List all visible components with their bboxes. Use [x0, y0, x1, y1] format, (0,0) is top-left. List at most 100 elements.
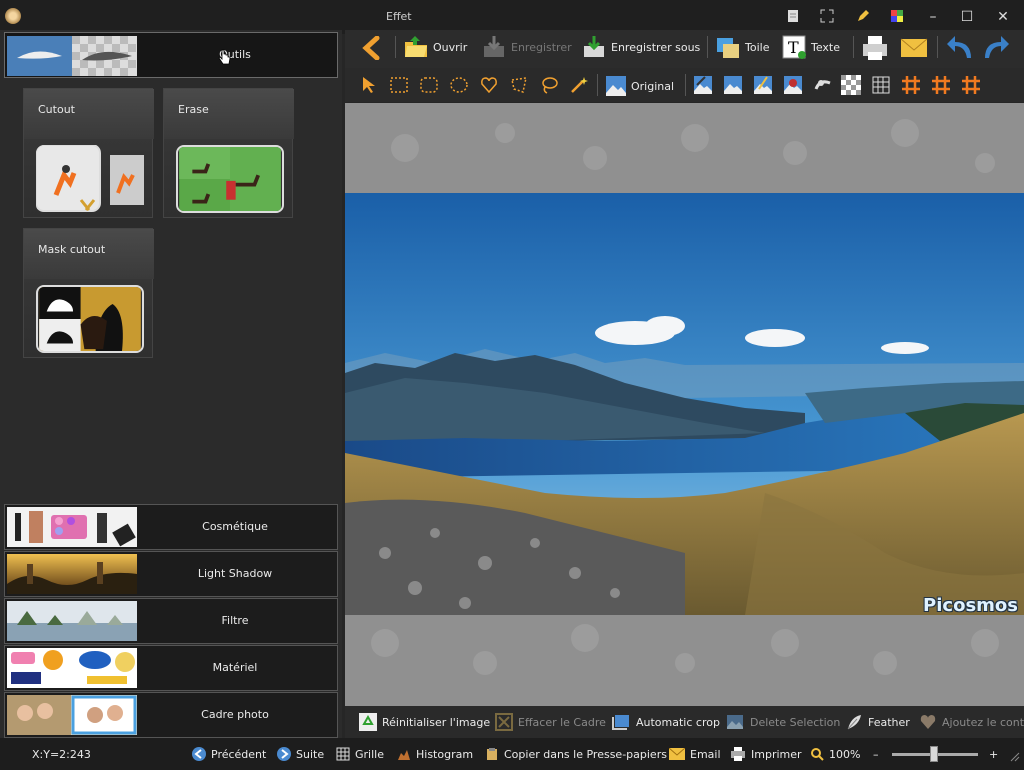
- save-label: Enregistrer: [511, 40, 572, 54]
- next-button[interactable]: Suite: [277, 744, 324, 764]
- category-cadre-photo[interactable]: Cadre photo: [4, 692, 338, 738]
- category-materiel[interactable]: Matériel: [4, 645, 338, 691]
- folder-open-icon: [405, 36, 427, 57]
- status-bar: X:Y=2:243 Précédent Suite Grille Histogr…: [0, 738, 1024, 770]
- minimize-button[interactable]: –: [918, 6, 948, 28]
- fullscreen-icon[interactable]: [820, 9, 834, 23]
- original-button[interactable]: Original: [605, 71, 674, 101]
- copy-clipboard-button[interactable]: Copier dans le Presse-papiers: [485, 744, 667, 764]
- delete-selection-label: Delete Selection: [750, 715, 841, 729]
- category-filtre[interactable]: Filtre: [4, 598, 338, 644]
- clear-frame-button[interactable]: Effacer le Cadre: [495, 711, 606, 733]
- category-outils-header[interactable]: Outils: [4, 32, 338, 78]
- app-logo-icon[interactable]: [5, 8, 21, 24]
- main-toolbar: Ouvrir Enregistrer Enregistrer sous Toil…: [345, 30, 1024, 102]
- tool-card-mask-cutout[interactable]: Mask cutout: [23, 228, 154, 358]
- automatic-crop-button[interactable]: Automatic crop: [611, 711, 720, 733]
- transparency-icon[interactable]: [841, 75, 861, 95]
- toolbar-row-file: Ouvrir Enregistrer Enregistrer sous Toil…: [345, 30, 1024, 64]
- original-image-icon: [606, 76, 626, 96]
- resize-image-icon[interactable]: [723, 75, 743, 95]
- heart-select-icon[interactable]: [479, 75, 499, 95]
- magic-wand-icon[interactable]: [569, 75, 589, 95]
- landscape-photo: [345, 193, 1024, 615]
- text-label: Texte: [811, 40, 841, 54]
- action-bar: Réinitialiser l'image Effacer le Cadre A…: [345, 706, 1024, 738]
- tool-card-erase[interactable]: Erase: [163, 88, 294, 218]
- recycle-icon: [359, 713, 377, 731]
- delete-selection-icon: [727, 715, 743, 729]
- tool-mask-cutout-label: Mask cutout: [38, 243, 106, 256]
- outils-thumbnail: [7, 36, 137, 76]
- undo-icon[interactable]: [945, 34, 975, 62]
- filtre-label: Filtre: [221, 614, 249, 627]
- zoom-in-button[interactable]: +: [989, 744, 998, 764]
- zoom-readout[interactable]: 100%: [810, 744, 860, 764]
- grid-icon: [336, 747, 350, 761]
- rounded-select-icon[interactable]: [419, 75, 439, 95]
- email-status-button[interactable]: Email: [669, 744, 721, 764]
- back-arrow-icon[interactable]: [361, 36, 383, 60]
- resize-grip-icon[interactable]: [1008, 750, 1020, 762]
- previous-button[interactable]: Précédent: [192, 744, 266, 764]
- save-button[interactable]: Enregistrer: [481, 32, 572, 62]
- zoom-out-button[interactable]: –: [873, 744, 879, 764]
- print-status-button[interactable]: Imprimer: [730, 744, 802, 764]
- category-outils-label: Outils: [219, 48, 251, 61]
- redo-icon[interactable]: [981, 34, 1011, 62]
- red-eye-icon[interactable]: [813, 75, 833, 95]
- hand-cursor-icon: [218, 49, 231, 65]
- lasso-select-icon[interactable]: [539, 75, 559, 95]
- zoom-slider-thumb[interactable]: [930, 746, 938, 762]
- adjust-image-icon[interactable]: [693, 75, 713, 95]
- envelope-icon: [669, 748, 685, 760]
- email-icon[interactable]: [900, 36, 928, 60]
- cutout-thumbnail: [36, 145, 144, 212]
- original-label: Original: [631, 79, 675, 93]
- next-label: Suite: [296, 747, 325, 761]
- clear-frame-icon: [495, 713, 513, 731]
- maximize-button[interactable]: ☐: [952, 6, 982, 28]
- repair-image-icon[interactable]: [783, 75, 803, 95]
- category-light-shadow[interactable]: Light Shadow: [4, 551, 338, 597]
- delete-selection-button[interactable]: Delete Selection: [725, 711, 840, 733]
- print-icon[interactable]: [861, 34, 889, 62]
- grid-orange-icon[interactable]: [901, 75, 921, 95]
- effects-panel: Outils Cutout Erase Mask cutout Cosmétiq…: [0, 30, 342, 740]
- ellipse-select-icon[interactable]: [449, 75, 469, 95]
- canvas-button[interactable]: Toile: [715, 32, 769, 62]
- grid-orange-3-icon[interactable]: [961, 75, 981, 95]
- auto-crop-icon: [612, 715, 629, 730]
- feather-icon: [847, 715, 861, 730]
- canvas-label: Toile: [745, 40, 770, 54]
- category-cosmetique[interactable]: Cosmétique: [4, 504, 338, 550]
- feather-button[interactable]: Feather: [845, 711, 910, 733]
- pointer-icon[interactable]: [359, 75, 379, 95]
- save-as-icon: [584, 36, 604, 57]
- color-palette-icon[interactable]: [890, 9, 904, 23]
- perspective-grid-icon[interactable]: [871, 75, 891, 95]
- histogram-icon: [398, 750, 410, 760]
- arrow-right-icon: [277, 747, 291, 761]
- open-button[interactable]: Ouvrir: [403, 32, 467, 62]
- text-button[interactable]: T Texte: [781, 32, 840, 62]
- polygon-select-icon[interactable]: [509, 75, 529, 95]
- cosmetique-label: Cosmétique: [202, 520, 268, 533]
- grid-orange-2-icon[interactable]: [931, 75, 951, 95]
- reset-image-button[interactable]: Réinitialiser l'image: [359, 711, 490, 733]
- save-as-button[interactable]: Enregistrer sous: [581, 32, 700, 62]
- add-to-button[interactable]: Ajoutez le cont: [919, 711, 1024, 733]
- pencil-icon[interactable]: [856, 9, 870, 23]
- previous-label: Précédent: [211, 747, 267, 761]
- document-icon[interactable]: [786, 9, 800, 23]
- clear-frame-label: Effacer le Cadre: [518, 715, 606, 729]
- grid-button[interactable]: Grille: [336, 744, 384, 764]
- reset-image-label: Réinitialiser l'image: [382, 715, 491, 729]
- histogram-button[interactable]: Histogram: [397, 744, 473, 764]
- image-canvas[interactable]: Picosmos: [345, 103, 1024, 706]
- title-bar: Effet – ☐ ✕: [0, 0, 1024, 34]
- crop-image-icon[interactable]: [753, 75, 773, 95]
- close-button[interactable]: ✕: [988, 6, 1018, 28]
- tool-card-cutout[interactable]: Cutout: [23, 88, 154, 218]
- rect-select-icon[interactable]: [389, 75, 409, 95]
